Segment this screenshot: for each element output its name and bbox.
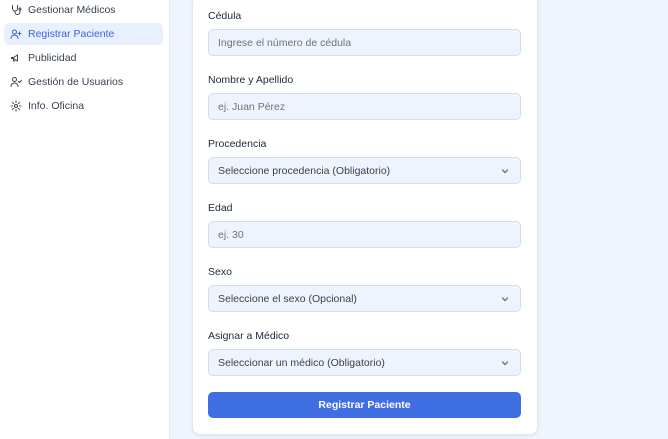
sidebar-item-label: Publicidad (28, 52, 77, 64)
medico-label: Asignar a Médico (208, 330, 290, 342)
cedula-label: Cédula (208, 10, 242, 22)
procedencia-label: Procedencia (208, 138, 267, 150)
sexo-selected-value: Seleccione el sexo (Opcional) (218, 292, 357, 305)
cedula-input[interactable] (218, 30, 520, 55)
sidebar-item-label: Registrar Paciente (28, 28, 115, 40)
sidebar-item-label: Gestión de Usuarios (28, 76, 124, 88)
sidebar-item-gestionar-medicos[interactable]: Gestionar Médicos (4, 0, 163, 21)
chevron-down-icon (500, 358, 510, 368)
cedula-field[interactable] (208, 29, 521, 56)
gear-icon (10, 100, 22, 112)
user-plus-icon (10, 28, 22, 40)
edad-input[interactable] (218, 222, 520, 247)
sidebar-item-publicidad[interactable]: Publicidad (4, 47, 163, 69)
nombre-input[interactable] (218, 94, 520, 119)
megaphone-icon (10, 52, 22, 64)
nombre-field[interactable] (208, 93, 521, 120)
edad-field[interactable] (208, 221, 521, 248)
edad-label: Edad (208, 202, 233, 214)
registrar-paciente-button[interactable]: Registrar Paciente (208, 392, 521, 418)
procedencia-selected-value: Seleccione procedencia (Obligatorio) (218, 164, 391, 177)
nombre-label: Nombre y Apellido (208, 74, 294, 86)
sidebar-item-label: Info. Oficina (28, 100, 85, 112)
sidebar: Gestionar Médicos Registrar Paciente Pub… (0, 0, 170, 439)
chevron-down-icon (500, 294, 510, 304)
medico-selected-value: Seleccionar un médico (Obligatorio) (218, 356, 385, 369)
medico-select[interactable]: Seleccionar un médico (Obligatorio) (208, 349, 521, 376)
sidebar-item-gestion-usuarios[interactable]: Gestión de Usuarios (4, 71, 163, 93)
sidebar-item-registrar-paciente[interactable]: Registrar Paciente (4, 23, 163, 45)
stethoscope-icon (10, 4, 22, 16)
sidebar-item-label: Gestionar Médicos (28, 4, 116, 16)
procedencia-select[interactable]: Seleccione procedencia (Obligatorio) (208, 157, 521, 184)
sexo-select[interactable]: Seleccione el sexo (Opcional) (208, 285, 521, 312)
sidebar-item-info-oficina[interactable]: Info. Oficina (4, 95, 163, 117)
sexo-label: Sexo (208, 266, 232, 278)
users-icon (10, 76, 22, 88)
chevron-down-icon (500, 166, 510, 176)
